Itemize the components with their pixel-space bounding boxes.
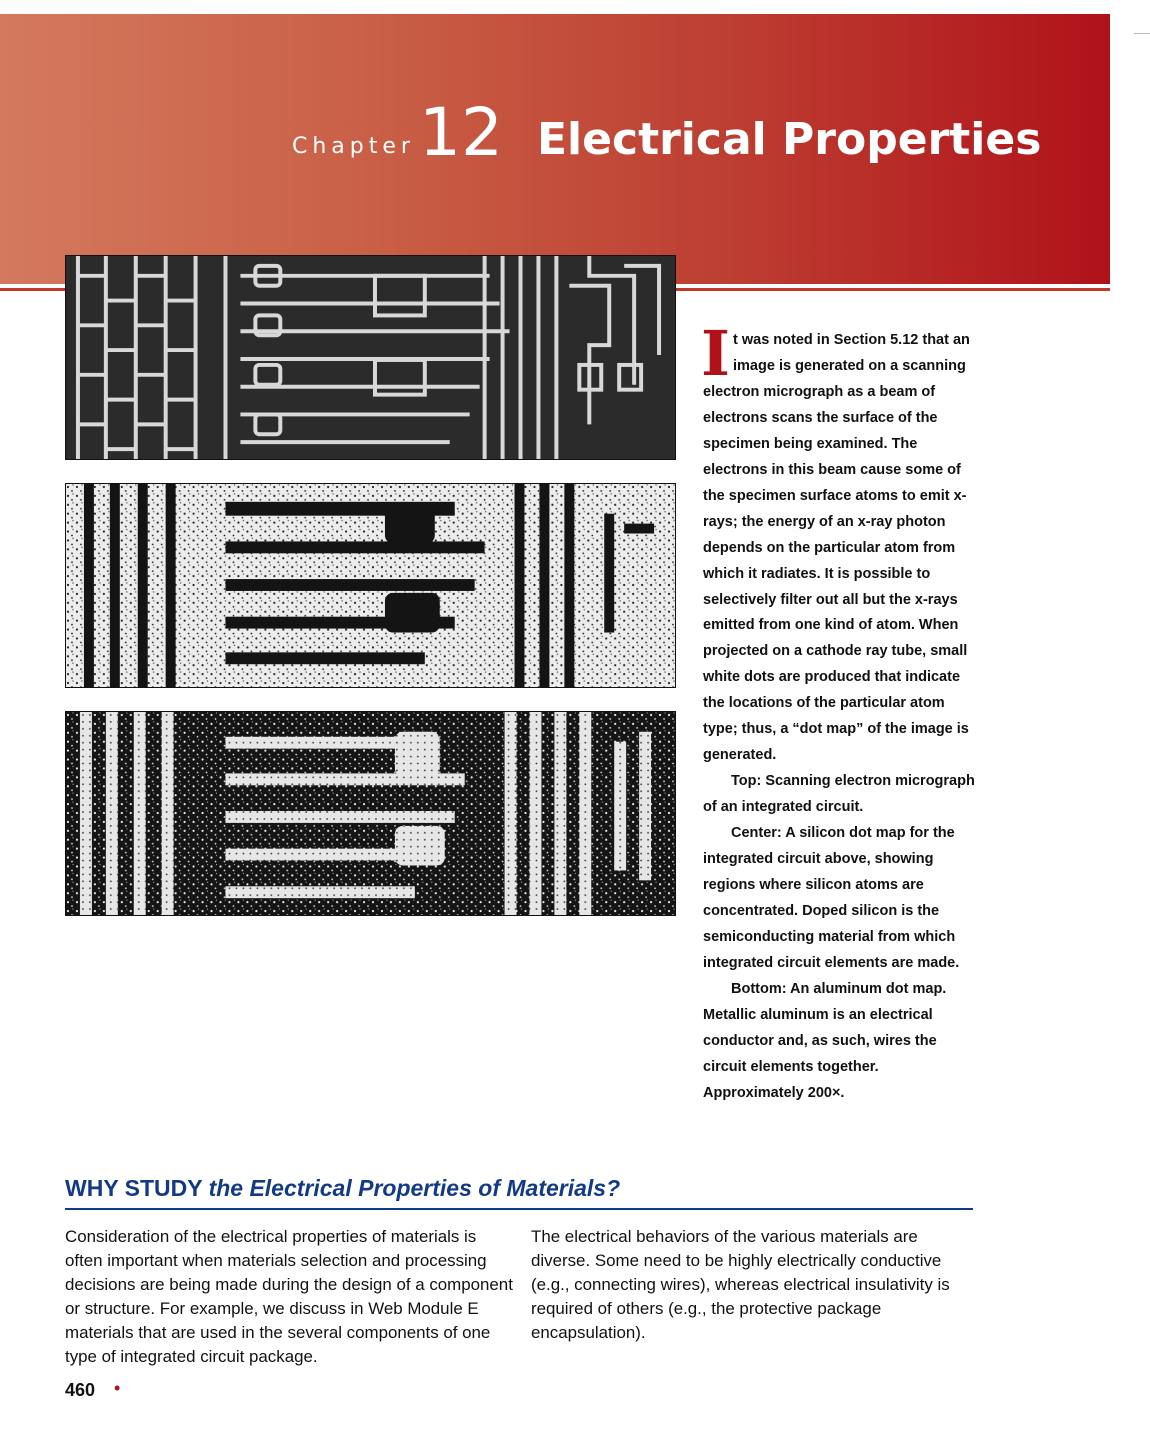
corner-tick	[1134, 33, 1150, 34]
why-study-paragraph-2: The electrical behaviors of the various …	[531, 1227, 950, 1342]
why-study-topic: the Electrical Properties of Materials?	[208, 1175, 621, 1201]
caption-center: Center: A silicon dot map for the integr…	[703, 825, 960, 971]
page-bullet-icon: •	[114, 1378, 121, 1398]
chapter-label: Chapter	[292, 134, 415, 159]
why-study-heading: WHY STUDY the Electrical Properties of M…	[65, 1175, 973, 1210]
intro-paragraph: t was noted in Section 5.12 that an imag…	[703, 332, 970, 764]
chapter-number: 12	[419, 94, 503, 171]
aluminum-dot-map	[65, 711, 676, 916]
why-study-lead: WHY STUDY	[65, 1175, 203, 1201]
why-study-column-2: The electrical behaviors of the various …	[531, 1225, 971, 1345]
silicon-dot-map	[65, 483, 676, 688]
dropcap: I	[701, 317, 731, 390]
caption-bottom: Bottom: An aluminum dot map. Metallic al…	[703, 980, 947, 1101]
intro-text: I t was noted in Section 5.12 that an im…	[701, 317, 978, 1107]
page-number: 460	[65, 1380, 96, 1400]
why-study-column-1: Consideration of the electrical properti…	[65, 1225, 517, 1369]
caption-top: Top: Scanning electron micrograph of an …	[703, 773, 975, 816]
why-study-paragraph-1: Consideration of the electrical properti…	[65, 1227, 513, 1366]
sem-micrograph	[65, 255, 676, 460]
chapter-name: Electrical Properties	[537, 114, 1042, 165]
